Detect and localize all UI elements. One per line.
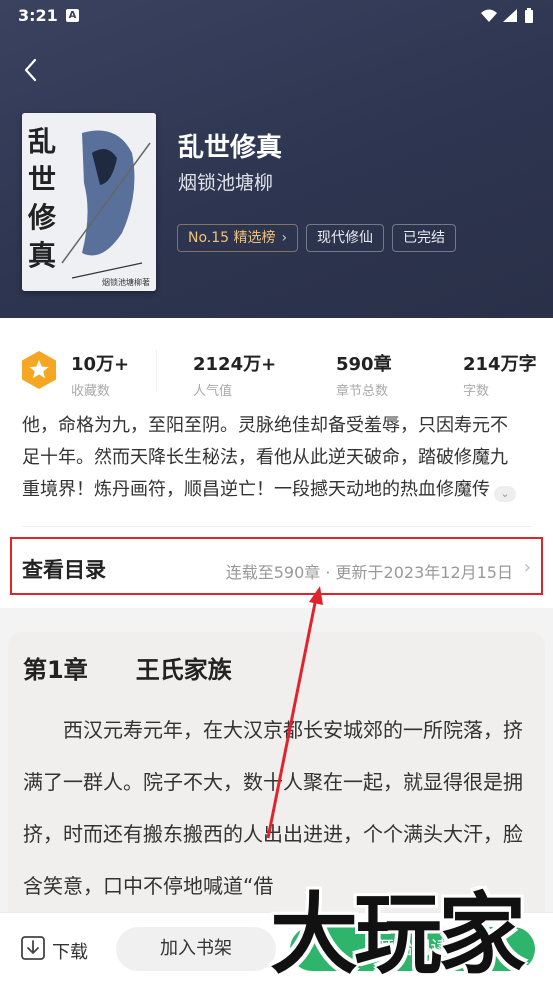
chapter-title: 第1章 王氏家族 <box>23 656 232 684</box>
signal-icon <box>503 9 517 22</box>
book-description[interactable]: 他，命格为九，至阳至阴。灵脉绝佳却备受羞辱，只因寿元不足十年。然而天降长生秘法，… <box>22 410 522 506</box>
stat-chapters: 590章 章节总数 <box>336 350 392 399</box>
description-text: 他，命格为九，至阳至阴。灵脉绝佳却备受羞辱，只因寿元不足十年。然而天降长生秘法，… <box>22 415 508 500</box>
book-cover[interactable]: 乱世修真 烟锁池塘柳著 <box>22 113 156 291</box>
stat-value: 214万字 <box>463 354 537 375</box>
status-tag[interactable]: 已完结 <box>392 224 456 252</box>
download-label: 下载 <box>52 942 88 963</box>
genre-tag[interactable]: 现代修仙 <box>306 224 384 252</box>
stat-label: 人气值 <box>193 384 233 399</box>
stat-label: 收藏数 <box>71 384 111 399</box>
book-title: 乱世修真 <box>178 133 283 163</box>
genre-tag-label: 现代修仙 <box>317 230 373 246</box>
back-arrow-icon[interactable] <box>18 56 46 84</box>
wifi-icon <box>481 9 497 22</box>
chapter-body: 西汉元寿元年，在大汉京都长安城郊的一所院落，挤满了一群人。院子不大，数十人聚在一… <box>23 718 523 898</box>
status-bar: 3:21 A <box>0 0 553 32</box>
book-info-card: 10万+ 收藏数 2124万+ 人气值 590章 章节总数 214万字 字数 他… <box>0 318 553 608</box>
stat-label: 章节总数 <box>336 384 389 399</box>
stat-value: 590章 <box>336 354 392 375</box>
notification-icon: A <box>66 9 79 22</box>
battery-icon <box>525 8 533 23</box>
catalog-row[interactable]: 查看目录 连载至590章 · 更新于2023年12月15日 › <box>10 537 543 595</box>
stat-divider <box>156 350 157 392</box>
chevron-right-icon: › <box>523 557 531 578</box>
catalog-update-info: 连载至590章 · 更新于2023年12月15日 <box>225 563 513 582</box>
status-tag-label: 已完结 <box>403 230 445 246</box>
stat-popularity: 2124万+ 人气值 <box>193 350 276 399</box>
rank-tag[interactable]: No.15 精选榜 › <box>177 224 299 252</box>
rank-tag-label: No.15 精选榜 <box>188 230 276 246</box>
divider <box>22 526 531 527</box>
download-icon <box>21 936 45 960</box>
expand-chevron-icon[interactable]: ⌄ <box>494 486 516 502</box>
cover-title-text: 乱世修真 <box>28 125 57 272</box>
favorite-star-badge-icon <box>22 351 56 389</box>
stat-word-count: 214万字 字数 <box>463 350 537 399</box>
status-icons <box>481 8 533 23</box>
status-time: 3:21 <box>18 6 58 25</box>
book-author[interactable]: 烟锁池塘柳 <box>178 168 273 195</box>
add-to-shelf-button[interactable]: 加入书架 <box>116 927 276 971</box>
chevron-right-icon: › <box>281 230 288 246</box>
stat-value: 10万+ <box>71 354 130 375</box>
stat-favorites: 10万+ 收藏数 <box>71 350 129 399</box>
stat-value: 2124万+ <box>193 354 277 375</box>
cover-author-text: 烟锁池塘柳著 <box>102 278 150 287</box>
watermark-logo: 大玩家 <box>270 882 526 984</box>
stat-label: 字数 <box>463 384 490 399</box>
book-header: 3:21 A 乱世修真 烟锁池塘柳著 乱世修真 烟锁池塘柳 No.15 精选榜 ›… <box>0 0 553 318</box>
catalog-label: 查看目录 <box>22 558 106 582</box>
